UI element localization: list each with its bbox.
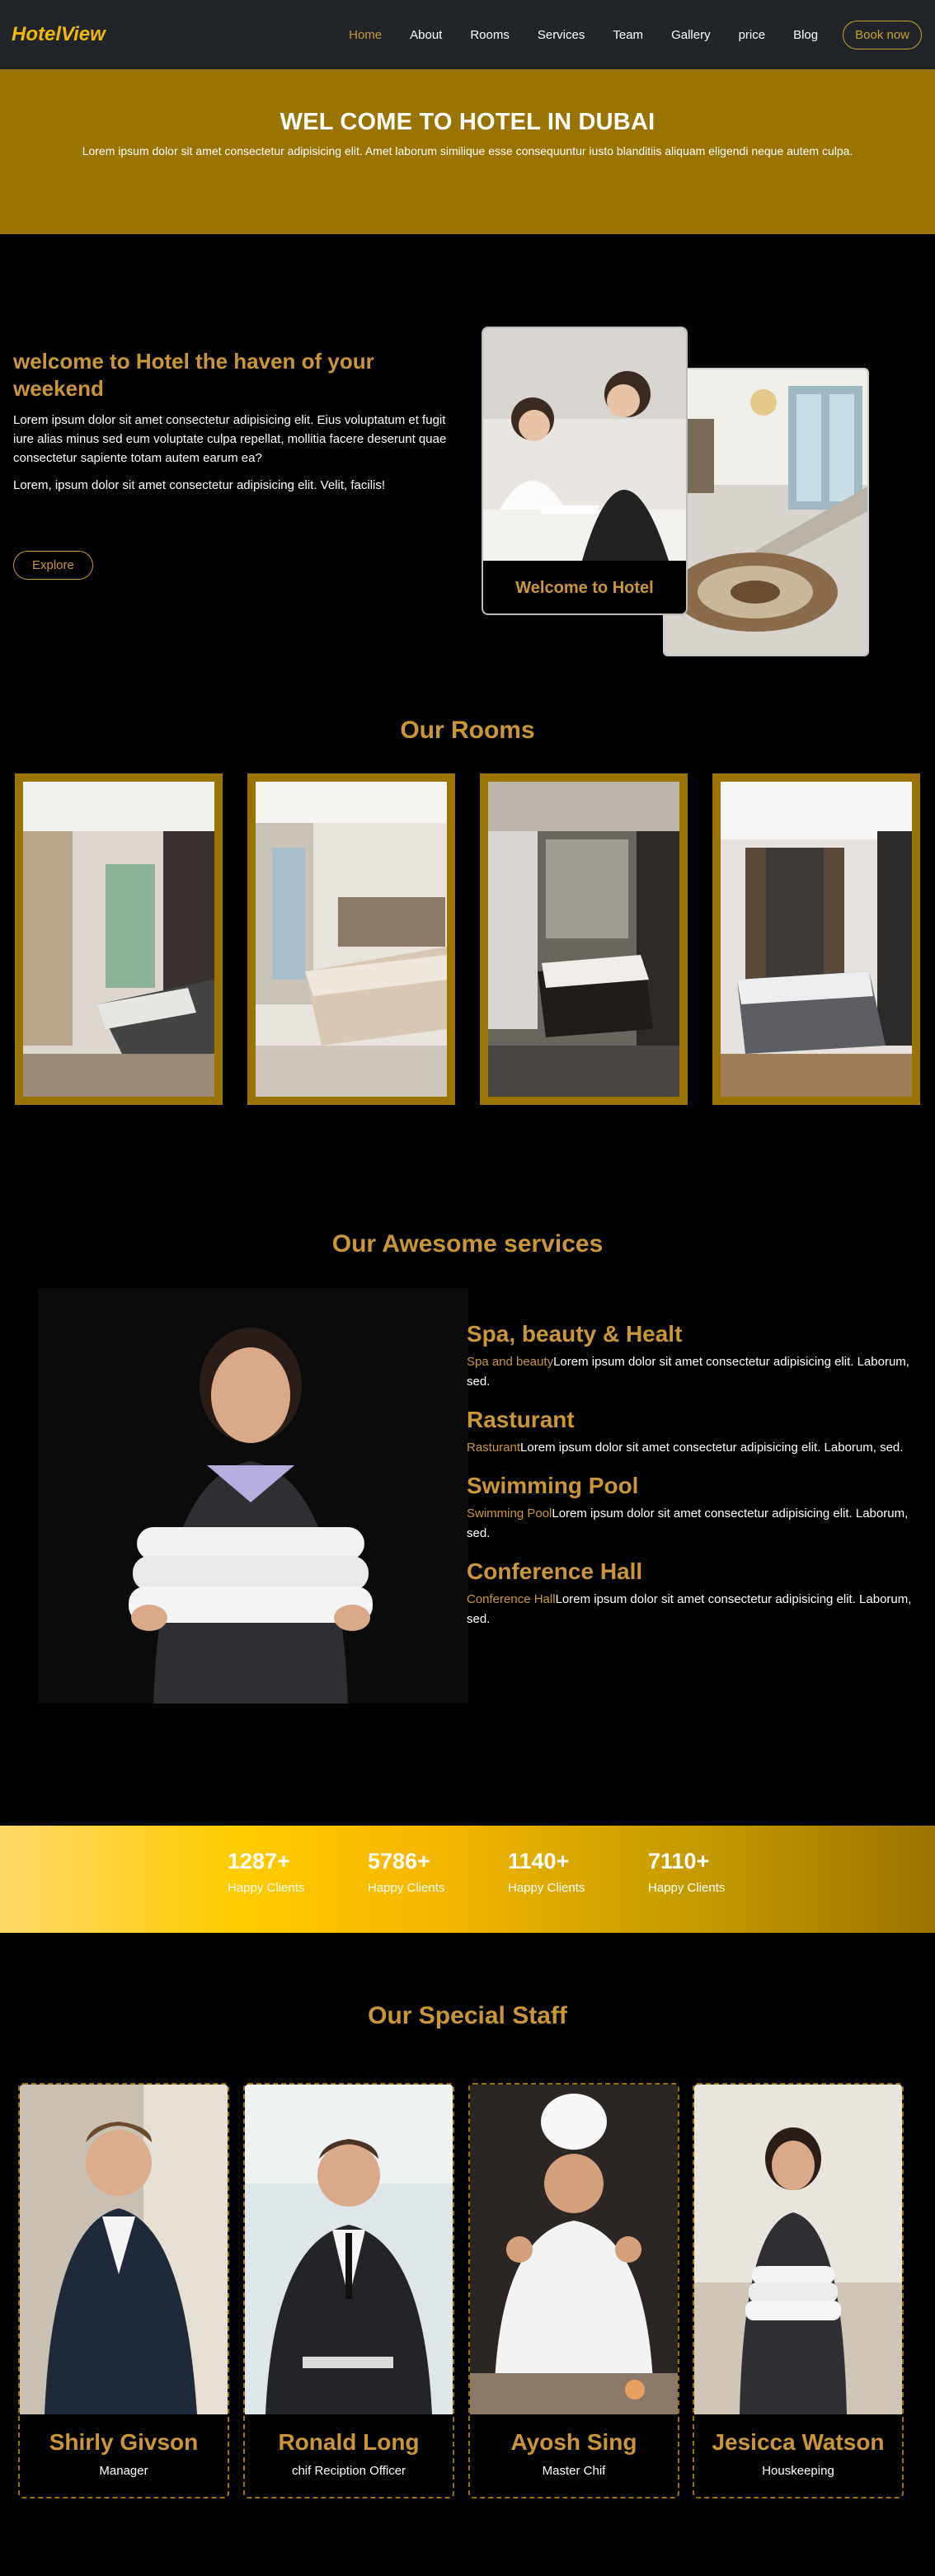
nav-item-blog[interactable]: Blog xyxy=(793,28,818,42)
nav-item-team[interactable]: Team xyxy=(613,28,643,42)
rooms-gallery xyxy=(0,704,935,1105)
service-tag: Conference Hall xyxy=(467,1592,556,1606)
lobby-image xyxy=(663,368,869,656)
staff-card[interactable]: Shirly Givson Manager xyxy=(18,2083,229,2498)
hero-title: WEL COME TO HOTEL IN DUBAI xyxy=(280,109,655,135)
nav-item-gallery[interactable]: Gallery xyxy=(671,28,711,42)
stat-item: 5786+ Happy Clients xyxy=(368,1849,491,1895)
service-description: Swimming PoolLorem ipsum dolor sit amet … xyxy=(467,1504,912,1544)
welcome-card-caption: Welcome to Hotel xyxy=(515,578,654,597)
stat-item: 1287+ Happy Clients xyxy=(228,1849,351,1895)
reception-image xyxy=(483,328,686,561)
stat-number: 5786+ xyxy=(368,1849,430,1873)
stat-label: Happy Clients xyxy=(368,1881,445,1895)
service-item: Swimming Pool Swimming PoolLorem ipsum d… xyxy=(467,1473,912,1544)
nav-item-home[interactable]: Home xyxy=(349,28,382,42)
services-list: Spa, beauty & Healt Spa and beautyLorem … xyxy=(467,1321,912,1644)
welcome-paragraph-2: Lorem, ipsum dolor sit amet consectetur … xyxy=(13,478,386,492)
staff-title: Our Special Staff xyxy=(368,2002,567,2029)
welcome-paragraph-1: Lorem ipsum dolor sit amet consectetur a… xyxy=(13,413,447,465)
staff-name: Ayosh Sing xyxy=(510,2429,637,2455)
stat-number: 1287+ xyxy=(228,1849,290,1873)
service-title: Swimming Pool xyxy=(467,1473,639,1498)
services-title: Our Awesome services xyxy=(331,1230,604,1257)
welcome-text: welcome to Hotel the haven of your weeke… xyxy=(13,348,458,495)
navbar: HotelView Home About Rooms Services Team… xyxy=(0,0,935,69)
hero-subtitle: Lorem ipsum dolor sit amet consectetur a… xyxy=(82,144,853,157)
welcome-heading: welcome to Hotel the haven of your weeke… xyxy=(13,349,374,401)
staff-photo xyxy=(20,2085,228,2414)
explore-button[interactable]: Explore xyxy=(13,551,93,580)
staff-photo xyxy=(694,2085,902,2414)
stat-label: Happy Clients xyxy=(508,1881,585,1895)
staff-role: Manager xyxy=(99,2464,148,2478)
services-section: Our Awesome services Spa, beauty & Healt… xyxy=(0,1092,935,1826)
stats-banner: 1287+ Happy Clients 5786+ Happy Clients … xyxy=(0,1826,935,1933)
stat-item: 1140+ Happy Clients xyxy=(508,1849,632,1895)
service-description: RasturantLorem ipsum dolor sit amet cons… xyxy=(467,1438,912,1458)
service-title: Rasturant xyxy=(467,1407,575,1432)
service-tag: Spa and beauty xyxy=(467,1355,554,1369)
staff-section: Our Special Staff Shirly Givson Manager xyxy=(0,1933,935,2560)
staff-card[interactable]: Ayosh Sing Master Chif xyxy=(468,2083,679,2498)
stat-item: 7110+ Happy Clients xyxy=(648,1849,772,1895)
staff-name: Ronald Long xyxy=(278,2429,420,2455)
staff-name: Jesicca Watson xyxy=(712,2429,885,2455)
nav-item-price[interactable]: price xyxy=(739,28,766,42)
room-card[interactable] xyxy=(247,773,455,1105)
book-now-button[interactable]: Book now xyxy=(843,20,922,49)
staff-card[interactable]: Jesicca Watson Houskeeping xyxy=(693,2083,904,2498)
service-item: Spa, beauty & Healt Spa and beautyLorem … xyxy=(467,1321,912,1392)
service-description: Conference HallLorem ipsum dolor sit ame… xyxy=(467,1590,912,1629)
housekeeper-image xyxy=(38,1288,468,1704)
hero-banner: WEL COME TO HOTEL IN DUBAI Lorem ipsum d… xyxy=(0,69,935,234)
service-item: Conference Hall Conference HallLorem ips… xyxy=(467,1558,912,1629)
service-text: Lorem ipsum dolor sit amet consectetur a… xyxy=(520,1441,904,1455)
service-tag: Rasturant xyxy=(467,1441,521,1455)
staff-role: Houskeeping xyxy=(762,2464,834,2478)
service-item: Rasturant RasturantLorem ipsum dolor sit… xyxy=(467,1407,912,1458)
room-card[interactable] xyxy=(15,773,223,1105)
welcome-card: Welcome to Hotel xyxy=(482,327,688,615)
staff-photo xyxy=(470,2085,678,2414)
nav-item-rooms[interactable]: Rooms xyxy=(470,28,510,42)
staff-role: Master Chif xyxy=(542,2464,606,2478)
nav-item-about[interactable]: About xyxy=(410,28,442,42)
room-card[interactable] xyxy=(480,773,688,1105)
brand-logo[interactable]: HotelView xyxy=(12,23,106,46)
stat-number: 7110+ xyxy=(648,1849,710,1873)
stat-label: Happy Clients xyxy=(648,1881,726,1895)
staff-name: Shirly Givson xyxy=(49,2429,199,2455)
stat-label: Happy Clients xyxy=(228,1881,305,1895)
service-title: Conference Hall xyxy=(467,1558,643,1584)
service-description: Spa and beautyLorem ipsum dolor sit amet… xyxy=(467,1352,912,1392)
staff-photo xyxy=(245,2085,453,2414)
nav-menu: Home About Rooms Services Team Gallery p… xyxy=(321,0,922,69)
nav-item-services[interactable]: Services xyxy=(538,28,585,42)
welcome-section: welcome to Hotel the haven of your weeke… xyxy=(0,234,935,704)
room-card[interactable] xyxy=(712,773,920,1105)
service-title: Spa, beauty & Healt xyxy=(467,1321,683,1347)
stat-number: 1140+ xyxy=(508,1849,570,1873)
staff-role: chif Reciption Officer xyxy=(291,2464,406,2478)
staff-card[interactable]: Ronald Long chif Reciption Officer xyxy=(243,2083,454,2498)
service-tag: Swimming Pool xyxy=(467,1507,552,1521)
